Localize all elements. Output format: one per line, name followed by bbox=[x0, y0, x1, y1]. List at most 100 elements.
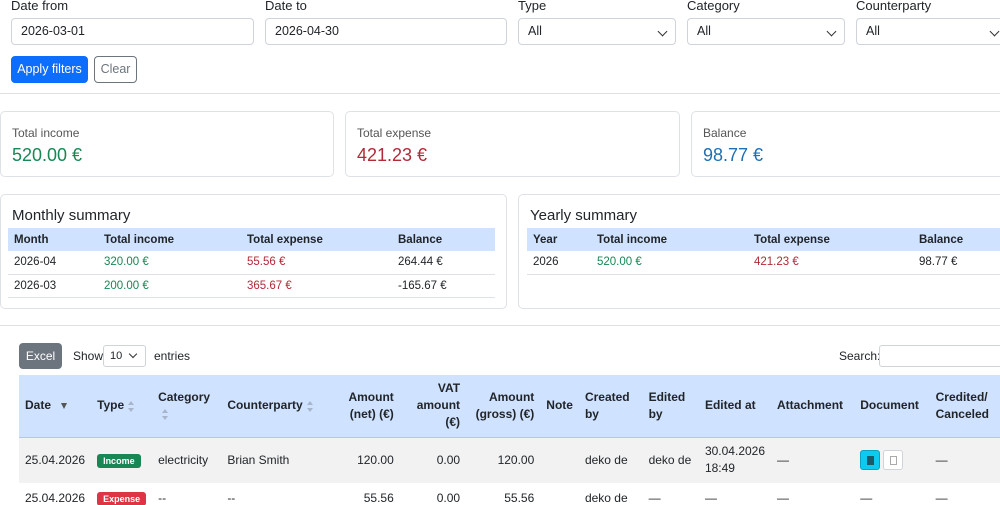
column-header-amount-gross[interactable]: Amount (gross) (€) bbox=[466, 375, 541, 438]
column-header-note[interactable]: Note bbox=[540, 375, 579, 438]
column-header-vat[interactable]: VAT amount (€) bbox=[399, 375, 467, 438]
view-document-icon[interactable] bbox=[860, 450, 881, 471]
table-cell-counterparty: Brian Smith bbox=[221, 437, 326, 483]
table-row: 2026-03 200.00 € 365.67 € -165.67 € bbox=[8, 274, 495, 298]
table-cell-credited: — bbox=[935, 491, 948, 505]
column-header-date[interactable]: Date bbox=[19, 375, 92, 438]
date-from-input[interactable]: 2026-03-01 bbox=[11, 18, 254, 45]
column-header-label: VAT bbox=[437, 381, 461, 396]
table-cell: 264.44 € bbox=[392, 251, 495, 275]
table-cell: 98.77 € bbox=[913, 251, 1000, 275]
column-header-label: Type bbox=[97, 398, 125, 413]
monthly-summary-title: Monthly summary bbox=[12, 207, 131, 224]
table-cell-counterparty: -- bbox=[227, 491, 236, 505]
monthly-summary-table: Month Total income Total expense Balance… bbox=[8, 228, 495, 298]
column-header-counterparty[interactable]: Counterparty bbox=[221, 375, 326, 438]
column-header-document[interactable]: Document bbox=[854, 375, 930, 438]
table-cell: 2026-04 bbox=[8, 251, 98, 275]
apply-filters-button[interactable]: Apply filters bbox=[11, 56, 88, 83]
sort-icon bbox=[306, 400, 313, 412]
type-badge-income: Income bbox=[97, 453, 141, 468]
column-header-amount-net[interactable]: Amount (net) (€) bbox=[325, 375, 400, 438]
table-cell: 2026-03 bbox=[8, 274, 98, 298]
table-cell-note bbox=[540, 483, 579, 505]
table-cell-date: 25.04.2026 bbox=[19, 437, 92, 483]
column-header-type[interactable]: Type bbox=[91, 375, 153, 438]
clear-button[interactable]: Clear bbox=[94, 56, 137, 83]
table-cell: 55.56 € bbox=[241, 251, 392, 275]
chevron-down-icon bbox=[826, 26, 837, 37]
sort-icon bbox=[128, 400, 135, 412]
table-row[interactable]: 25.04.2026 Income electricity Brian Smit… bbox=[19, 437, 1000, 483]
column-header: Total expense bbox=[241, 228, 392, 251]
table-row[interactable]: 25.04.2026 Expense -- -- 55.56 0.00 55.5… bbox=[19, 483, 1000, 505]
yearly-summary-title: Yearly summary bbox=[530, 207, 637, 224]
total-expense-value: 421.23 € bbox=[357, 145, 428, 165]
filter-bar: Date from 2026-03-01 Date to 2026-04-30 … bbox=[0, 0, 1000, 94]
table-row: 2026-04 320.00 € 55.56 € 264.44 € bbox=[8, 251, 495, 275]
table-cell-edited-at: — bbox=[704, 491, 717, 505]
balance-label: Balance bbox=[703, 126, 747, 140]
chevron-down-icon bbox=[657, 26, 668, 37]
type-select-value: All bbox=[528, 24, 542, 38]
date-to-label: Date to bbox=[265, 0, 307, 13]
balance-value: 98.77 € bbox=[703, 145, 764, 165]
table-cell-category: electricity bbox=[152, 437, 222, 483]
table-row: 2026 520.00 € 421.23 € 98.77 € bbox=[527, 251, 1000, 275]
table-cell-amount-net: 55.56 bbox=[363, 491, 394, 505]
table-cell-date: 25.04.2026 bbox=[25, 491, 86, 505]
column-header-attachment[interactable]: Attachment bbox=[771, 375, 855, 438]
column-header-label: Counterparty bbox=[227, 398, 303, 413]
table-cell-vat: 0.00 bbox=[399, 437, 467, 483]
entries-label: entries bbox=[154, 349, 191, 363]
type-select[interactable]: All bbox=[518, 18, 676, 45]
table-header-row: Date Type Category Counterparty Amount (n… bbox=[19, 375, 1000, 438]
edited-time: 18:49 bbox=[704, 461, 735, 476]
column-header-label: amount bbox=[416, 398, 461, 413]
column-header-created-by[interactable]: Created by bbox=[578, 375, 643, 438]
chevron-down-icon bbox=[989, 26, 1000, 37]
column-header-edited-at[interactable]: Edited at bbox=[698, 375, 772, 438]
column-header: Total income bbox=[98, 228, 241, 251]
edited-date: 30.04.2026 bbox=[704, 444, 766, 459]
search-input[interactable] bbox=[879, 345, 1000, 367]
column-header-label: Note bbox=[546, 398, 573, 413]
table-cell-amount-gross: 120.00 bbox=[466, 437, 541, 483]
table-cell-edited-by: deko de bbox=[642, 437, 699, 483]
table-cell-document bbox=[854, 437, 930, 483]
table-cell: 421.23 € bbox=[748, 251, 913, 275]
table-cell: 320.00 € bbox=[98, 251, 241, 275]
column-header-label: (gross) (€) bbox=[475, 406, 535, 421]
table-cell-attachment: — bbox=[771, 437, 855, 483]
excel-export-button[interactable]: Excel bbox=[19, 343, 62, 369]
pdf-document-icon[interactable] bbox=[883, 450, 904, 471]
column-header: Balance bbox=[913, 228, 1000, 251]
column-header-category[interactable]: Category bbox=[152, 375, 222, 438]
table-cell-edited-by: — bbox=[648, 491, 661, 505]
counterparty-select[interactable]: All bbox=[856, 18, 1000, 45]
table-cell-category: -- bbox=[158, 491, 167, 505]
total-income-value: 520.00 € bbox=[12, 145, 83, 165]
column-header-edited-by[interactable]: Edited by bbox=[642, 375, 699, 438]
entries-select[interactable]: 10 bbox=[103, 345, 146, 367]
table-cell-created-by: deko de bbox=[584, 491, 628, 505]
table-cell: 365.67 € bbox=[241, 274, 392, 298]
table-cell-attachment: — bbox=[777, 491, 790, 505]
column-header: Month bbox=[8, 228, 98, 251]
table-cell-amount-gross: 55.56 bbox=[504, 491, 535, 505]
column-header-label: (€) bbox=[445, 415, 461, 430]
table-cell-type: Expense bbox=[91, 483, 152, 505]
column-header-label: Document bbox=[860, 398, 919, 413]
column-header-credited[interactable]: Credited/Canceled bbox=[929, 375, 1000, 438]
sort-desc-icon bbox=[61, 403, 68, 410]
total-expense-card: Total expense 421.23 € bbox=[345, 111, 680, 177]
table-cell-note bbox=[540, 437, 579, 483]
column-header-label: Category bbox=[158, 389, 211, 404]
total-expense-label: Total expense bbox=[357, 126, 432, 140]
column-header-label: by bbox=[648, 406, 663, 421]
date-to-input[interactable]: 2026-04-30 bbox=[265, 18, 507, 45]
column-header: Total expense bbox=[748, 228, 913, 251]
category-select[interactable]: All bbox=[687, 18, 845, 45]
total-income-card: Total income 520.00 € bbox=[0, 111, 334, 177]
chevron-down-icon bbox=[128, 349, 138, 359]
